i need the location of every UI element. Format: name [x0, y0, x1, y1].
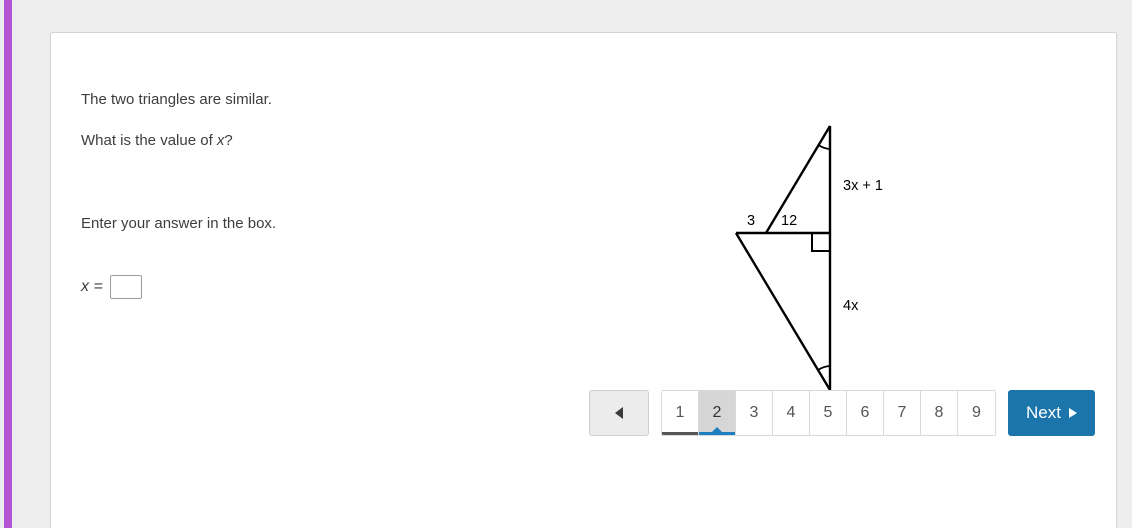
- page-label: 3: [749, 404, 759, 421]
- page-label: 9: [972, 404, 981, 421]
- page-label: 5: [823, 404, 833, 421]
- chevron-right-icon: [1068, 408, 1077, 418]
- prompt-prefix-text: What is the value of: [81, 132, 217, 149]
- page-label: 4: [786, 404, 796, 421]
- pagination-bar: 1 2 3 4 5 6 7 8 9 Next: [589, 390, 1095, 436]
- current-page-caret-icon: [712, 427, 722, 432]
- next-button-label: Next: [1026, 403, 1061, 422]
- question-prompt: What is the value of x?: [81, 131, 233, 151]
- answer-row: x =: [81, 275, 142, 299]
- page-button-8[interactable]: 8: [921, 391, 958, 435]
- label-bottom-side: 4x: [843, 298, 859, 314]
- prompt-suffix-text: ?: [224, 132, 233, 149]
- label-top-side-rest: + 1: [858, 178, 883, 194]
- answer-label: x =: [81, 278, 103, 295]
- page-label: 6: [860, 404, 870, 421]
- top-angle-arc: [817, 144, 831, 150]
- page-label: 7: [897, 404, 907, 421]
- lower-triangle-hypotenuse: [734, 232, 832, 391]
- page-number-list: 1 2 3 4 5 6 7 8 9: [661, 390, 996, 436]
- next-button[interactable]: Next: [1008, 390, 1095, 436]
- answer-input[interactable]: [109, 275, 142, 299]
- chevron-left-icon: [615, 407, 623, 419]
- label-upper-base-left: 3: [747, 213, 755, 229]
- page-label: 2: [712, 404, 722, 421]
- page-button-1[interactable]: 1: [662, 391, 699, 435]
- triangle-figure: 3x + 1 4x 3 12: [681, 93, 941, 413]
- bottom-angle-arc: [817, 365, 831, 371]
- question-card: The two triangles are similar. What is t…: [50, 32, 1117, 528]
- label-top-side-coeff: 3x: [843, 178, 859, 194]
- page-button-3[interactable]: 3: [736, 391, 773, 435]
- upper-triangle-hypotenuse: [764, 125, 832, 234]
- label-top-side: 3x + 1: [843, 178, 883, 194]
- label-upper-base-right: 12: [781, 213, 797, 229]
- triangle-figure-svg: 3x + 1 4x 3 12: [734, 125, 883, 391]
- page-label: 1: [675, 404, 685, 421]
- left-accent-rail: [4, 0, 12, 528]
- question-statement: The two triangles are similar.: [81, 91, 272, 108]
- page-label: 8: [934, 404, 944, 421]
- right-angle-marker: [811, 233, 830, 252]
- previous-page-button[interactable]: [589, 390, 649, 436]
- page-button-2[interactable]: 2: [699, 391, 736, 435]
- page-button-5[interactable]: 5: [810, 391, 847, 435]
- page-button-9[interactable]: 9: [958, 391, 995, 435]
- answer-instruction: Enter your answer in the box.: [81, 215, 277, 232]
- page-button-6[interactable]: 6: [847, 391, 884, 435]
- page-button-7[interactable]: 7: [884, 391, 921, 435]
- page-button-4[interactable]: 4: [773, 391, 810, 435]
